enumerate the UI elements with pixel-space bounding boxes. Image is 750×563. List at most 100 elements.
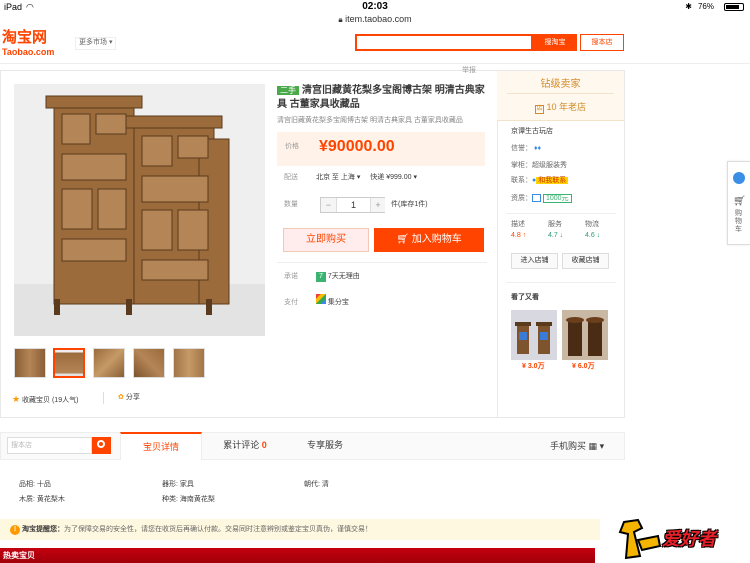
divider	[506, 282, 616, 283]
mobile-buy[interactable]: 手机购买 ▦ ▾	[550, 441, 604, 452]
payment-row: 支付 集分宝	[284, 294, 349, 308]
qty-label: 数量	[284, 201, 298, 208]
score-value: 4.8 ↑	[511, 231, 527, 239]
contact-row: 联系：● 和我联系	[511, 177, 569, 186]
product-title-text: 清宫旧藏黄花梨多宝阁博古架 明清古典家具 古董家具收藏品	[277, 85, 485, 110]
related-item-2[interactable]	[562, 310, 608, 360]
tab-details[interactable]: 宝贝详情	[120, 432, 202, 460]
related-price-1: ¥ 3.0万	[522, 363, 545, 370]
score-value: 4.6 ↓	[585, 231, 601, 239]
enter-shop-button[interactable]: 进入店铺	[511, 253, 558, 269]
score-logistics: 物流 4.6 ↓	[585, 221, 600, 241]
diamond-icon: ♦♦	[533, 145, 542, 152]
shop-search-input[interactable]: 搜本店	[7, 437, 92, 454]
seller-value[interactable]: 超级服装秀	[532, 162, 567, 169]
favorite-item-button[interactable]: ★ 收藏宝贝 (19人气)	[12, 394, 78, 406]
side-toolbar: 🛒︎ 购物车	[727, 161, 750, 245]
second-hand-tag: 二手	[277, 86, 299, 95]
thumbnail-4[interactable]	[133, 348, 165, 378]
attr-dynasty: 朝代: 清	[304, 481, 329, 488]
thumbnail-3[interactable]	[93, 348, 125, 378]
taobao-logo[interactable]: 淘宝网 Taobao.com	[2, 29, 54, 58]
logo-cn: 淘宝网	[2, 29, 48, 46]
favorite-shop-button[interactable]: 收藏店铺	[562, 253, 609, 269]
qr-icon: ▦	[588, 441, 598, 451]
plus-button[interactable]: +	[370, 198, 385, 212]
minus-button[interactable]: −	[321, 198, 337, 212]
quantity-stepper: − 1 +	[320, 197, 385, 213]
side-cart-label[interactable]: 购物车	[735, 210, 743, 234]
shop-search-button[interactable]	[92, 437, 111, 454]
stock-info: 件(库存1件)	[391, 201, 428, 208]
shipping-from: 北京 至	[315, 174, 339, 181]
deposit-badge[interactable]: 1000元	[542, 193, 572, 203]
clock: 02:03	[362, 1, 388, 12]
seven-day-icon: 7	[315, 272, 326, 282]
product-subtitle: 清宫旧藏黄花梨多宝阁博古架 明清古典家具 古董家具收藏品	[277, 117, 463, 124]
divider	[103, 392, 104, 404]
credit-label: 信誉：	[511, 145, 532, 152]
add-to-cart-label: 加入购物车	[411, 234, 462, 245]
shipping-express-label: 快递 ¥999.00	[370, 174, 412, 181]
payment-value[interactable]: 集分宝	[328, 299, 349, 306]
report-link[interactable]: 举报	[462, 67, 476, 76]
logo-en: Taobao.com	[2, 46, 55, 57]
search-shop-button[interactable]: 搜本店	[580, 34, 624, 51]
shipping-express[interactable]: 快递 ¥999.00 ▾	[370, 174, 417, 181]
notice-title: 淘宝提醒您：	[21, 526, 64, 533]
diamond-seller: 钻级卖家	[540, 79, 581, 90]
divider	[507, 93, 614, 94]
shop-years: 店 10 年老店	[497, 102, 624, 114]
watermark-text: 爱好者	[662, 529, 716, 549]
cart-icon: 🛒︎	[396, 234, 409, 245]
share-icon: ✿	[118, 394, 124, 401]
add-to-cart-button[interactable]: 🛒︎ 加入购物车	[374, 228, 484, 252]
url-bar[interactable]: 🔒︎ item.taobao.com	[0, 14, 750, 26]
shipping-row: 配送 北京 至 上海 ▾ 快递 ¥999.00 ▾	[284, 174, 417, 183]
score-label: 服务	[548, 221, 562, 228]
mobile-buy-label: 手机购买	[550, 441, 587, 451]
also-viewed-title: 看了又看	[511, 294, 539, 301]
search-input[interactable]	[355, 34, 533, 51]
more-markets-link[interactable]: 更多市场 ▾	[75, 37, 117, 50]
seller-row: 掌柜：超级服装秀	[511, 162, 567, 171]
shop-name[interactable]: 京谭生古玩店	[511, 128, 553, 137]
quantity-input[interactable]: 1	[337, 198, 370, 212]
attr-wood: 木质: 黄花梨木	[19, 496, 65, 503]
share-button[interactable]: ✿ 分享	[118, 394, 140, 403]
divider	[506, 213, 616, 214]
contact-button[interactable]: 和我联系	[536, 177, 569, 184]
score-label: 物流	[585, 221, 599, 228]
tab-reviews[interactable]: 累计评论 0	[205, 432, 285, 460]
cart-icon[interactable]: 🛒︎	[733, 196, 746, 209]
star-icon: ★	[12, 394, 21, 404]
thumbnail-2[interactable]	[53, 348, 85, 378]
promise-value[interactable]: 7天无理由	[328, 273, 360, 280]
hot-items-header: 热卖宝贝	[0, 548, 595, 563]
score-value: 4.7 ↓	[548, 231, 564, 239]
shipping-to-select[interactable]: 上海 ▾	[341, 174, 360, 181]
thumbnail-5[interactable]	[173, 348, 205, 378]
search-taobao-button[interactable]: 搜淘宝	[533, 34, 577, 51]
notice-text: 为了保障交易的安全性，请您在收货后再确认付款。交易同时注意辨别或鉴定宝贝真伪，谨…	[63, 526, 372, 533]
buy-now-button[interactable]: 立即购买	[283, 228, 369, 252]
attr-type: 种类: 海南黄花梨	[162, 496, 215, 503]
shipping-label: 配送	[284, 174, 298, 181]
shop-years-text: 10 年老店	[546, 102, 587, 112]
chevron-down-icon: ▾	[356, 174, 361, 181]
feedback-icon[interactable]	[733, 172, 745, 184]
share-label: 分享	[125, 394, 140, 401]
score-label: 描述	[511, 221, 525, 228]
credit-row: 信誉： ♦♦	[511, 145, 541, 154]
chevron-down-icon: ▾	[108, 39, 113, 46]
related-item-1[interactable]	[511, 310, 557, 360]
tab-reviews-label: 累计评论	[223, 440, 260, 450]
main-product-image[interactable]	[14, 84, 265, 336]
battery-percent: 76%	[697, 2, 714, 11]
tab-services[interactable]: 专享服务	[285, 432, 365, 460]
score-service: 服务 4.7 ↓	[548, 221, 563, 241]
favorite-label: 收藏宝贝 (19人气)	[22, 397, 79, 404]
promise-row: 承诺 7 7天无理由	[284, 272, 360, 282]
chevron-down-icon: ▾	[599, 441, 605, 451]
thumbnail-1[interactable]	[14, 348, 46, 378]
